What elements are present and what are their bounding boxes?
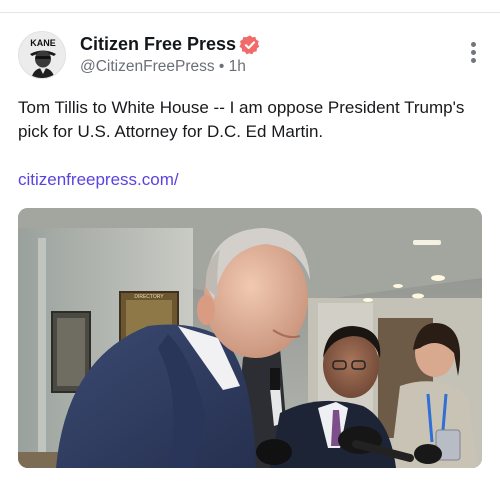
photo-scene: DIRECTORY	[18, 208, 482, 468]
post-photo[interactable]: DIRECTORY	[18, 208, 482, 468]
author-name[interactable]: Citizen Free Press	[80, 34, 236, 55]
more-dot	[470, 42, 476, 47]
top-divider	[0, 12, 500, 13]
more-dot	[470, 50, 476, 55]
post-link[interactable]: citizenfreepress.com/	[18, 168, 179, 192]
more-dot	[470, 58, 476, 63]
verified-badge-icon	[239, 35, 260, 55]
post-text: Tom Tillis to White House -- I am oppose…	[18, 98, 465, 141]
post-time[interactable]: 1h	[229, 58, 246, 75]
post-header: KANE Citizen Free Press @CitizenFreePres…	[18, 31, 482, 81]
avatar-text: KANE	[30, 38, 56, 48]
meta-separator: •	[218, 58, 225, 75]
author-handle[interactable]: @CitizenFreePress	[80, 58, 215, 75]
sign-text: DIRECTORY	[134, 294, 164, 300]
avatar-image: KANE	[19, 32, 65, 78]
handle-line: @CitizenFreePress • 1h	[80, 58, 246, 76]
more-vertical-icon[interactable]	[464, 42, 482, 68]
avatar[interactable]: KANE	[18, 31, 66, 79]
